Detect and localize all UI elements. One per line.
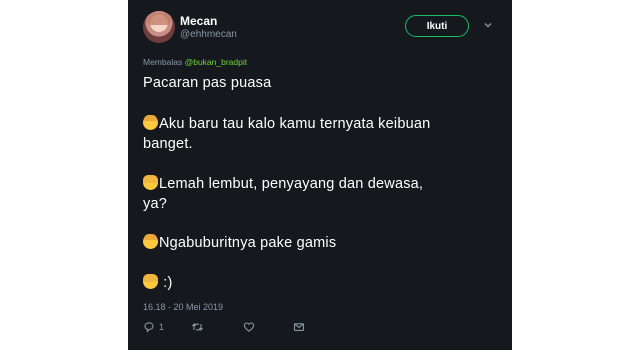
user-name[interactable]: Mecan — [180, 14, 217, 28]
tweet-text: Ngabuburitnya pake gamis — [159, 235, 337, 251]
message-button[interactable] — [293, 320, 305, 334]
tweet-text-line: ya? — [143, 196, 167, 212]
envelope-icon — [293, 321, 305, 333]
tweet-actions: 1 — [143, 320, 343, 334]
retweet-button[interactable] — [191, 320, 204, 334]
reply-prefix: Membalas — [143, 57, 183, 67]
tweet-text-line: Lemah lembut, penyayang dan dewasa, — [143, 175, 493, 194]
heart-icon — [243, 321, 255, 333]
follow-button[interactable]: Ikuti — [405, 15, 469, 37]
avatar[interactable] — [143, 11, 175, 43]
tweet-text-line: banget. — [143, 136, 193, 152]
tweet-card: Mecan @ehhmecan Ikuti Membalas @bukan_br… — [128, 0, 512, 350]
reply-button[interactable]: 1 — [143, 320, 164, 334]
tweet-text-line: Ngabuburitnya pake gamis — [143, 234, 493, 253]
retweet-icon — [191, 321, 204, 333]
reply-icon — [143, 321, 155, 333]
reply-mention-link[interactable]: @bukan_bradpit — [185, 57, 248, 67]
woman-emoji-icon — [143, 175, 158, 190]
tweet-text: Lemah lembut, penyayang dan dewasa, — [159, 176, 424, 192]
tweet-text: :) — [163, 275, 173, 291]
boy-emoji-icon — [143, 115, 158, 130]
user-handle[interactable]: @ehhmecan — [180, 29, 237, 40]
like-button[interactable] — [243, 320, 255, 334]
woman-emoji-icon — [143, 274, 158, 289]
tweet-timestamp[interactable]: 16.18 - 20 Mei 2019 — [143, 302, 223, 312]
reply-context: Membalas @bukan_bradpit — [143, 57, 247, 67]
tweet-text: Aku baru tau kalo kamu ternyata keibuan — [159, 116, 431, 132]
tweet-text-line: Aku baru tau kalo kamu ternyata keibuan — [143, 115, 493, 134]
boy-emoji-icon — [143, 234, 158, 249]
chevron-down-icon[interactable] — [483, 20, 493, 30]
tweet-text-line: Pacaran pas puasa — [143, 75, 272, 91]
reply-count: 1 — [159, 322, 165, 332]
tweet-text-line: :) — [143, 274, 493, 293]
